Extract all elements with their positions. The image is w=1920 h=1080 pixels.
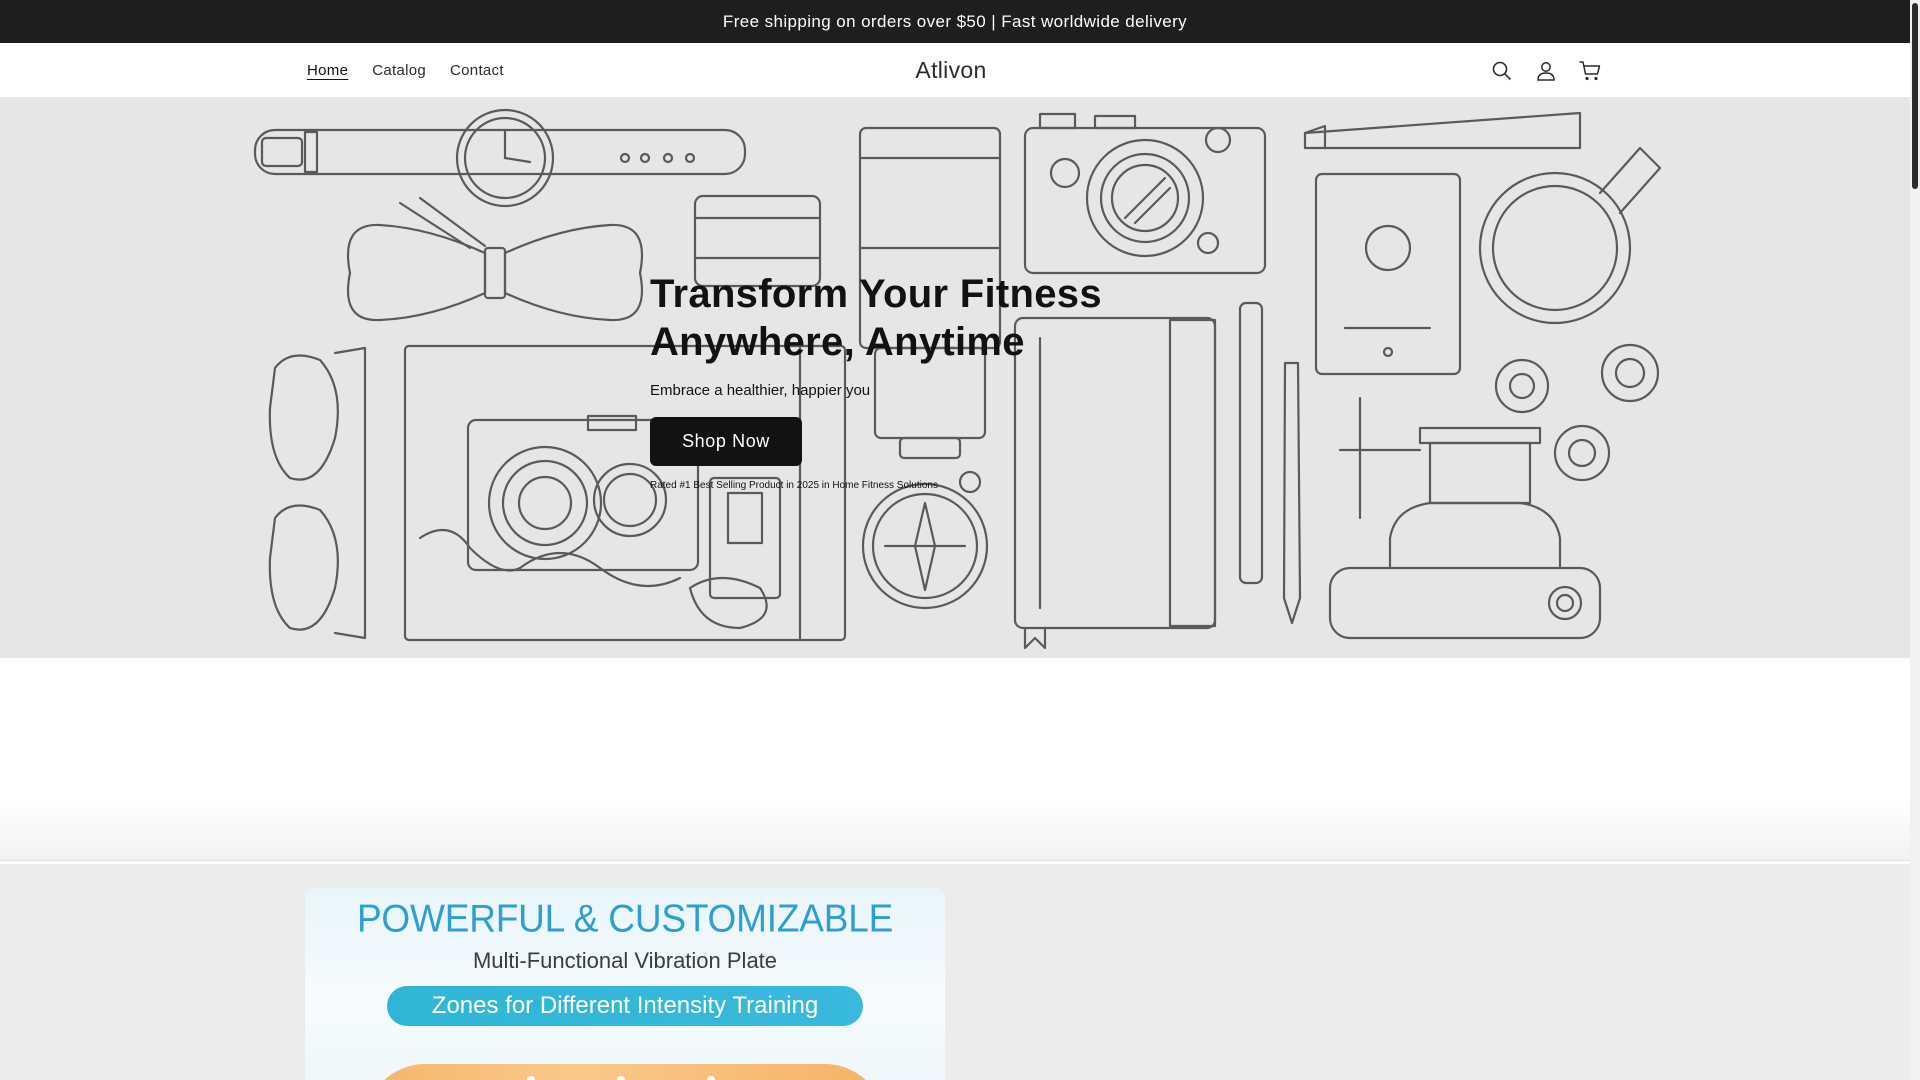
product-image[interactable]: POWERFUL & CUSTOMIZABLE Multi-Functional… <box>305 888 945 1080</box>
product-image-title: POWERFUL & CUSTOMIZABLE <box>356 896 894 940</box>
logo-wrapper: Atlivon <box>0 43 1902 98</box>
plate-dot <box>527 1076 535 1080</box>
account-icon[interactable] <box>1534 59 1558 83</box>
page-scrollbar[interactable] <box>1910 0 1920 1080</box>
hero-subtitle: Embrace a healthier, happier you <box>650 382 871 399</box>
plate-dot <box>617 1076 625 1080</box>
nav-contact[interactable]: Contact <box>438 62 516 79</box>
site-header: Home Catalog Contact Atlivon <box>0 43 1910 98</box>
hero-title: Transform Your Fitness Anywhere, Anytime <box>650 270 1210 366</box>
hero-rated-text: Rated #1 Best Selling Product in 2025 in… <box>650 480 938 491</box>
header-icons <box>1490 43 1602 98</box>
vibration-plate-graphic <box>365 1064 885 1080</box>
hero-title-line2: Anywhere, Anytime <box>650 320 1025 364</box>
announcement-bar: Free shipping on orders over $50 | Fast … <box>0 0 1910 43</box>
hero-content: Transform Your Fitness Anywhere, Anytime… <box>650 270 1210 491</box>
hero-title-line1: Transform Your Fitness <box>650 272 1102 316</box>
nav-home[interactable]: Home <box>295 62 360 79</box>
scrollbar-thumb[interactable] <box>1912 3 1918 189</box>
shop-now-button[interactable]: Shop Now <box>650 417 802 466</box>
product-section: POWERFUL & CUSTOMIZABLE Multi-Functional… <box>0 864 1910 1080</box>
cart-icon[interactable] <box>1578 59 1602 83</box>
spacer-section <box>0 658 1910 860</box>
site-logo[interactable]: Atlivon <box>915 57 986 84</box>
announcement-text: Free shipping on orders over $50 | Fast … <box>722 11 1188 31</box>
main-nav: Home Catalog Contact <box>295 43 516 98</box>
product-image-pill: Zones for Different Intensity Training <box>387 986 863 1026</box>
nav-catalog[interactable]: Catalog <box>360 62 438 79</box>
plate-dot <box>707 1076 715 1080</box>
product-image-subtitle: Multi-Functional Vibration Plate <box>472 948 778 973</box>
search-icon[interactable] <box>1490 59 1514 83</box>
hero-banner: Transform Your Fitness Anywhere, Anytime… <box>0 98 1910 658</box>
product-image-pill-text: Zones for Different Intensity Training <box>431 992 819 1019</box>
